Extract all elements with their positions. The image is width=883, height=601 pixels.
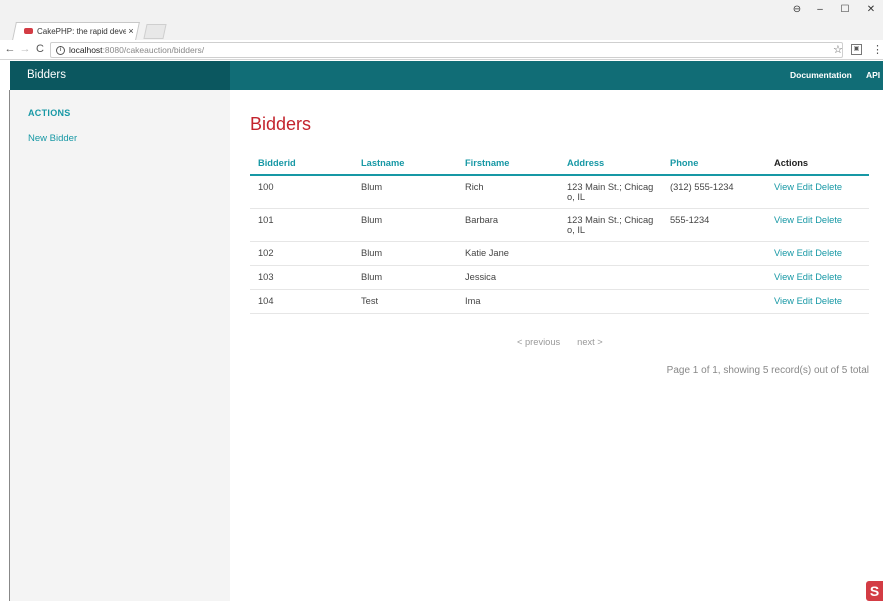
sidebar-heading: ACTIONS — [28, 108, 71, 118]
cell-phone — [662, 241, 766, 266]
edit-link[interactable]: Edit — [797, 272, 813, 282]
delete-link[interactable]: Delete — [815, 215, 842, 225]
page-title: Bidders — [250, 114, 312, 134]
pagination-counter: Page 1 of 1, showing 5 record(s) out of … — [666, 365, 869, 376]
view-link[interactable]: View — [774, 182, 794, 192]
bidders-table: Bidderid Lastname Firstname Address Phon… — [250, 153, 869, 314]
cell-phone — [662, 289, 766, 314]
nav-link-api[interactable]: API — [866, 61, 880, 90]
column-header-firstname[interactable]: Firstname — [457, 153, 559, 176]
view-link[interactable]: View — [774, 248, 794, 258]
browser-window: CakePHP: the rapid deve × ⊖ – ☐ ✕ ← → C … — [0, 0, 883, 601]
cell-bidderid: 104 — [250, 289, 353, 314]
delete-link[interactable]: Delete — [815, 248, 842, 258]
edit-link[interactable]: Edit — [797, 182, 813, 192]
cell-firstname: Ima — [457, 289, 559, 314]
edit-link[interactable]: Edit — [797, 248, 813, 258]
view-link[interactable]: View — [774, 296, 794, 306]
nav-link-documentation[interactable]: Documentation — [790, 61, 852, 90]
maximize-button[interactable]: ☐ — [834, 4, 856, 15]
cell-actions: View Edit Delete — [766, 175, 869, 209]
tab-close-icon[interactable]: × — [126, 26, 136, 36]
table-header-row: Bidderid Lastname Firstname Address Phon… — [250, 153, 869, 176]
cell-address — [559, 265, 662, 290]
account-icon[interactable]: ⊖ — [786, 4, 808, 15]
pagination: < previous next > — [517, 337, 620, 347]
column-header-address[interactable]: Address — [559, 153, 662, 176]
cakephp-favicon-icon — [24, 28, 33, 34]
cell-address — [559, 289, 662, 314]
cell-bidderid: 102 — [250, 241, 353, 266]
delete-link[interactable]: Delete — [815, 296, 842, 306]
info-icon[interactable]: i — [56, 45, 65, 55]
column-header-phone[interactable]: Phone — [662, 153, 766, 176]
cell-lastname: Test — [353, 289, 457, 314]
address-bar: ← → C i localhost:8080/cakeauction/bidde… — [0, 40, 883, 60]
table-row: 100 Blum Rich 123 Main St.; Chicag o, IL… — [250, 175, 869, 209]
cell-actions: View Edit Delete — [766, 241, 869, 266]
view-link[interactable]: View — [774, 272, 794, 282]
url-path: :8080/cakeauction/bidders/ — [102, 45, 205, 55]
cell-lastname: Blum — [353, 241, 457, 266]
cell-lastname: Blum — [353, 265, 457, 290]
cell-bidderid: 100 — [250, 175, 353, 209]
cell-address: 123 Main St.; Chicag o, IL — [559, 208, 662, 242]
cell-bidderid: 103 — [250, 265, 353, 290]
bookmark-star-icon[interactable]: ☆ — [833, 43, 843, 56]
sidebar: ACTIONS New Bidder — [10, 90, 230, 601]
app-brand-title[interactable]: Bidders — [10, 61, 230, 90]
cell-phone — [662, 265, 766, 290]
main-content: Bidders Bidderid Lastname Firstname Addr… — [230, 90, 883, 601]
cell-lastname: Blum — [353, 208, 457, 242]
table-row: 103 Blum Jessica View Edit Delete — [250, 265, 869, 290]
url-input[interactable]: i localhost:8080/cakeauction/bidders/ — [50, 42, 843, 58]
close-window-button[interactable]: ✕ — [860, 4, 882, 15]
previous-link[interactable]: < previous — [517, 337, 560, 347]
cell-lastname: Blum — [353, 175, 457, 209]
cakephp-logo-icon: S — [866, 581, 883, 601]
next-link[interactable]: next > — [577, 337, 603, 347]
minimize-button[interactable]: – — [809, 4, 831, 15]
cell-firstname: Katie Jane — [457, 241, 559, 266]
column-header-lastname[interactable]: Lastname — [353, 153, 457, 176]
table-row: 104 Test Ima View Edit Delete — [250, 289, 869, 314]
reload-icon[interactable]: C — [33, 43, 47, 55]
cell-firstname: Jessica — [457, 265, 559, 290]
delete-link[interactable]: Delete — [815, 272, 842, 282]
back-icon[interactable]: ← — [3, 43, 17, 55]
sidebar-item-new-bidder[interactable]: New Bidder — [28, 133, 77, 144]
new-tab-button[interactable] — [143, 24, 167, 39]
cell-address: 123 Main St.; Chicag o, IL — [559, 175, 662, 209]
table-row: 102 Blum Katie Jane View Edit Delete — [250, 241, 869, 266]
column-header-actions: Actions — [766, 153, 869, 176]
browser-tab[interactable]: CakePHP: the rapid deve × — [18, 22, 136, 40]
edit-link[interactable]: Edit — [797, 296, 813, 306]
cell-actions: View Edit Delete — [766, 208, 869, 242]
tab-title: CakePHP: the rapid deve — [37, 26, 126, 36]
title-bar: CakePHP: the rapid deve × ⊖ – ☐ ✕ — [0, 0, 883, 40]
column-header-bidderid[interactable]: Bidderid — [250, 153, 353, 176]
cell-bidderid: 101 — [250, 208, 353, 242]
url-host: localhost — [69, 45, 103, 55]
forward-icon[interactable]: → — [18, 43, 32, 55]
cell-address — [559, 241, 662, 266]
view-link[interactable]: View — [774, 215, 794, 225]
cell-firstname: Barbara — [457, 208, 559, 242]
cell-actions: View Edit Delete — [766, 289, 869, 314]
table-row: 101 Blum Barbara 123 Main St.; Chicag o,… — [250, 208, 869, 242]
cell-phone: 555-1234 — [662, 208, 766, 242]
cell-phone: (312) 555-1234 — [662, 175, 766, 209]
edit-link[interactable]: Edit — [797, 215, 813, 225]
browser-menu-icon[interactable]: ⋮ — [872, 43, 883, 56]
extension-icon[interactable]: ▣ — [851, 44, 862, 55]
delete-link[interactable]: Delete — [815, 182, 842, 192]
cell-firstname: Rich — [457, 175, 559, 209]
cell-actions: View Edit Delete — [766, 265, 869, 290]
app-top-bar: Bidders Documentation API — [10, 61, 883, 90]
